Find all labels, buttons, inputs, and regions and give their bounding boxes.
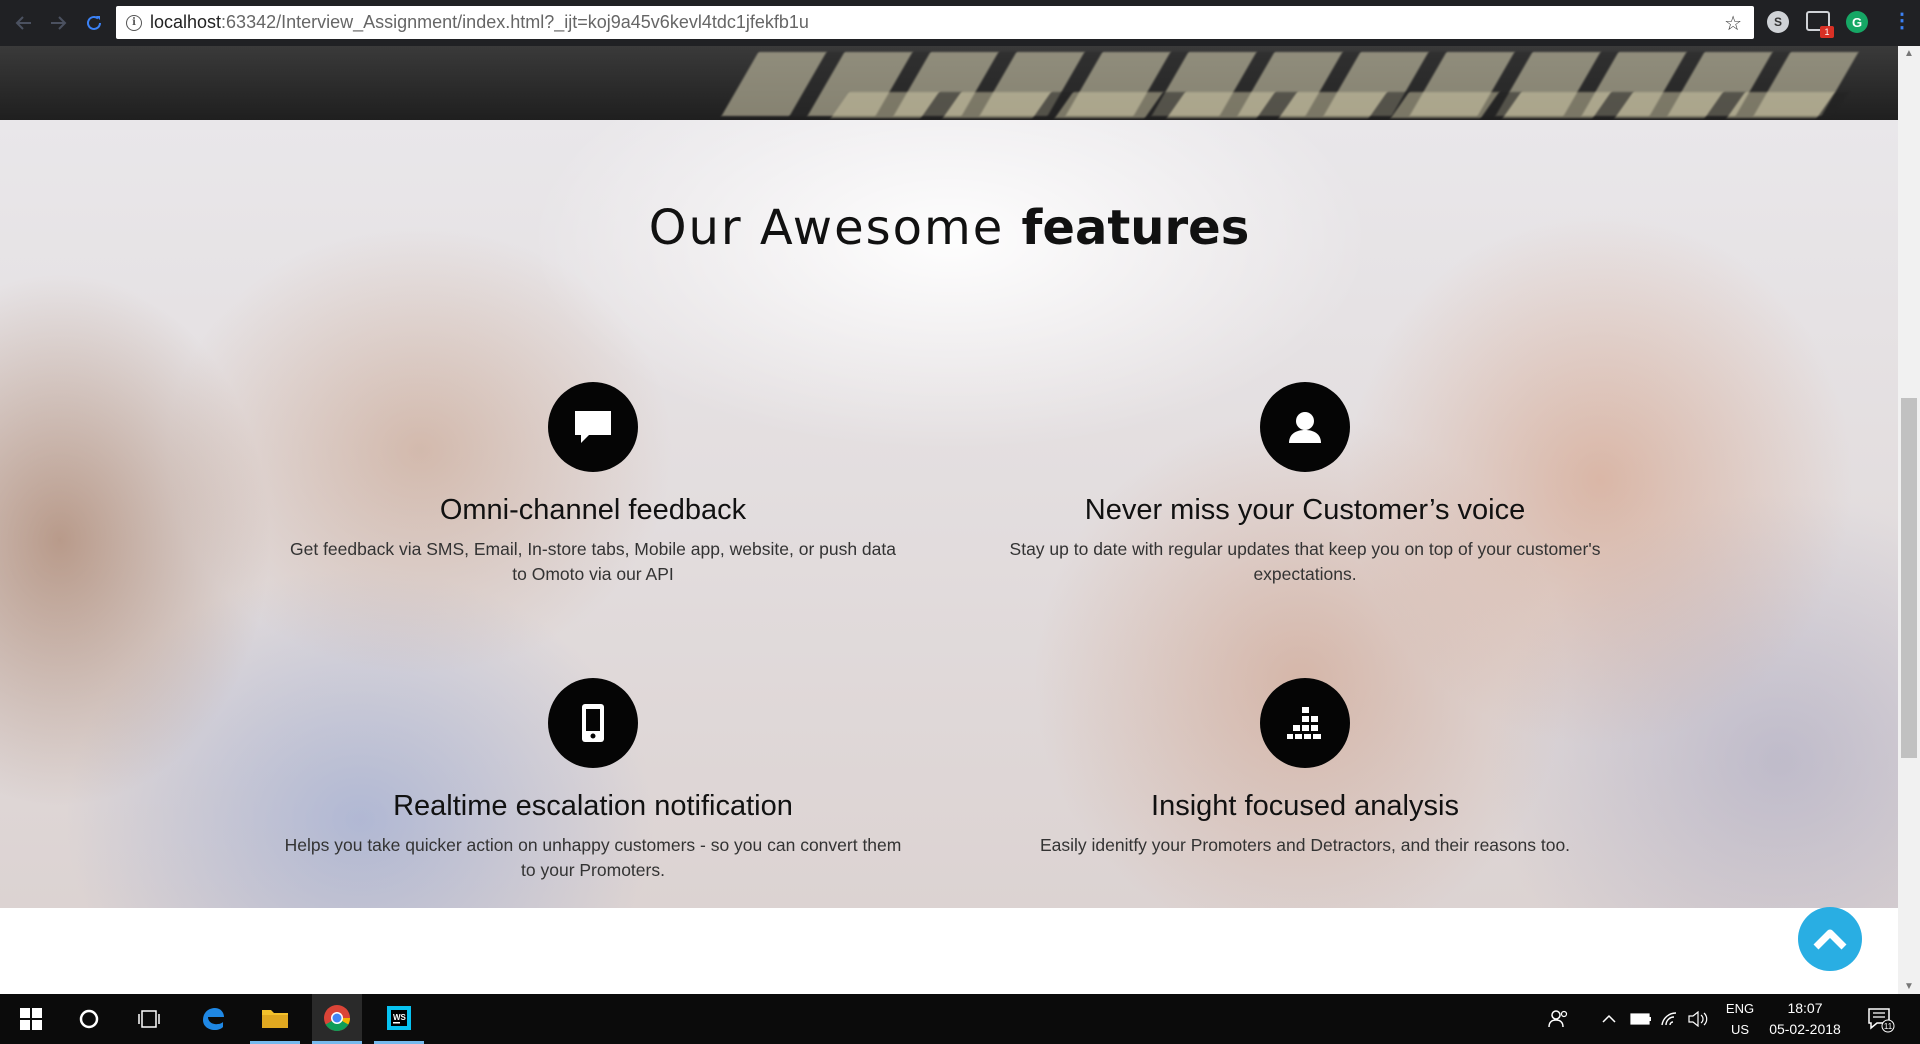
start-button[interactable]: [6, 994, 56, 1044]
page-scrollbar[interactable]: ▲ ▼: [1898, 46, 1920, 994]
language-code: ENG: [1725, 1001, 1755, 1016]
folder-icon: [262, 1009, 288, 1028]
webstorm-icon: WS: [387, 1005, 411, 1030]
notification-count: 11: [1884, 1022, 1893, 1031]
forward-button[interactable]: [40, 5, 76, 41]
feature-description: Easily idenitfy your Promoters and Detra…: [1039, 835, 1571, 855]
feature-title: Never miss your Customer’s voice: [1084, 494, 1526, 526]
feature-title: Omni-channel feedback: [439, 494, 747, 526]
browser-menu-icon[interactable]: ⋮: [1892, 8, 1912, 33]
scrollbar-thumb[interactable]: [1901, 398, 1917, 758]
feature-realtime-escalation: Realtime escalation notification Helps y…: [263, 678, 923, 883]
chrome-taskbar-button[interactable]: [312, 994, 362, 1044]
file-explorer-taskbar-button[interactable]: [250, 994, 300, 1044]
wifi-icon[interactable]: [1660, 994, 1680, 1044]
bookmark-star-icon[interactable]: ☆: [1724, 11, 1742, 36]
wifi-icon: [1661, 1012, 1677, 1026]
scroll-down-arrow-icon[interactable]: ▼: [1904, 981, 1914, 992]
edge-taskbar-button[interactable]: [188, 994, 238, 1044]
mobile-icon: [582, 704, 604, 742]
feature-icon-circle: [1260, 382, 1350, 472]
hero-image-bottom: [0, 46, 1898, 120]
url-text: localhost:63342/Interview_Assignment/ind…: [150, 12, 809, 32]
feature-title: Realtime escalation notification: [393, 790, 793, 822]
arrow-right-icon: [51, 16, 67, 30]
scroll-to-top-button[interactable]: [1798, 907, 1862, 971]
chevron-up-icon: [1813, 929, 1847, 950]
task-view-icon: [138, 1010, 160, 1028]
people-icon[interactable]: [1548, 994, 1570, 1044]
address-bar[interactable]: i localhost:63342/Interview_Assignment/i…: [116, 6, 1754, 39]
chevron-up-icon: [1602, 1014, 1616, 1023]
feature-omni-channel: Omni-channel feedback Get feedback via S…: [263, 382, 923, 587]
battery-icon: [1630, 1013, 1651, 1025]
user-icon: [1289, 412, 1321, 443]
notification-icon: 11: [1868, 1008, 1895, 1033]
clock-date: 05-02-2018: [1769, 1021, 1841, 1037]
arrow-left-icon: [15, 16, 31, 30]
speaker-icon: [1688, 1011, 1708, 1027]
svg-text:WS: WS: [393, 1013, 407, 1022]
reload-icon: [87, 15, 101, 30]
feature-description: Stay up to date with regular updates tha…: [1009, 539, 1601, 584]
browser-toolbar: i localhost:63342/Interview_Assignment/i…: [0, 0, 1920, 46]
feature-insight-analysis: Insight focused analysis Easily idenitfy…: [975, 678, 1635, 858]
feature-description: Get feedback via SMS, Email, In-store ta…: [290, 539, 896, 584]
chat-icon: [575, 411, 611, 443]
clock-time: 18:07: [1787, 1000, 1823, 1016]
scroll-up-arrow-icon[interactable]: ▲: [1904, 48, 1914, 59]
info-icon[interactable]: i: [126, 14, 142, 31]
skype-extension-icon[interactable]: S: [1767, 11, 1789, 33]
chrome-icon: [324, 1004, 351, 1031]
bar-chart-icon: [1287, 707, 1321, 739]
feature-icon-circle: [1260, 678, 1350, 768]
features-section: Our Awesome features Omni-channel feedba…: [0, 120, 1898, 908]
page-viewport: Our Awesome features Omni-channel feedba…: [0, 46, 1898, 994]
search-circle-icon: [79, 1009, 99, 1029]
feature-description: Helps you take quicker action on unhappy…: [284, 835, 902, 880]
keyboard-layout: US: [1730, 1022, 1750, 1037]
feature-title: Insight focused analysis: [1151, 790, 1459, 822]
back-button[interactable]: [6, 5, 42, 41]
windows-taskbar: WS ENG US 18:07 05-02-2018 11: [0, 994, 1920, 1044]
show-hidden-icons-button[interactable]: [1602, 994, 1616, 1044]
webstorm-taskbar-button[interactable]: WS: [374, 994, 424, 1044]
volume-icon[interactable]: [1688, 994, 1710, 1044]
task-view-button[interactable]: [124, 994, 174, 1044]
battery-icon[interactable]: [1630, 994, 1652, 1044]
feature-icon-circle: [548, 382, 638, 472]
cortana-button[interactable]: [64, 994, 114, 1044]
input-language[interactable]: ENG US: [1722, 998, 1758, 1040]
windows-logo-icon: [20, 1008, 42, 1030]
system-clock[interactable]: 18:07 05-02-2018: [1760, 998, 1850, 1040]
edge-browser-icon: [203, 1008, 224, 1030]
reload-button[interactable]: [76, 5, 112, 41]
feature-icon-circle: [548, 678, 638, 768]
keyboard-photo-row: [830, 92, 1850, 118]
feature-customer-voice: Never miss your Customer’s voice Stay up…: [975, 382, 1635, 587]
action-center-button[interactable]: 11: [1865, 1004, 1895, 1034]
people-icon: [1548, 1010, 1568, 1028]
grammarly-extension-icon[interactable]: G: [1846, 11, 1868, 33]
features-heading: Our Awesome features: [648, 200, 1250, 256]
extension-badge: 1: [1820, 26, 1834, 38]
